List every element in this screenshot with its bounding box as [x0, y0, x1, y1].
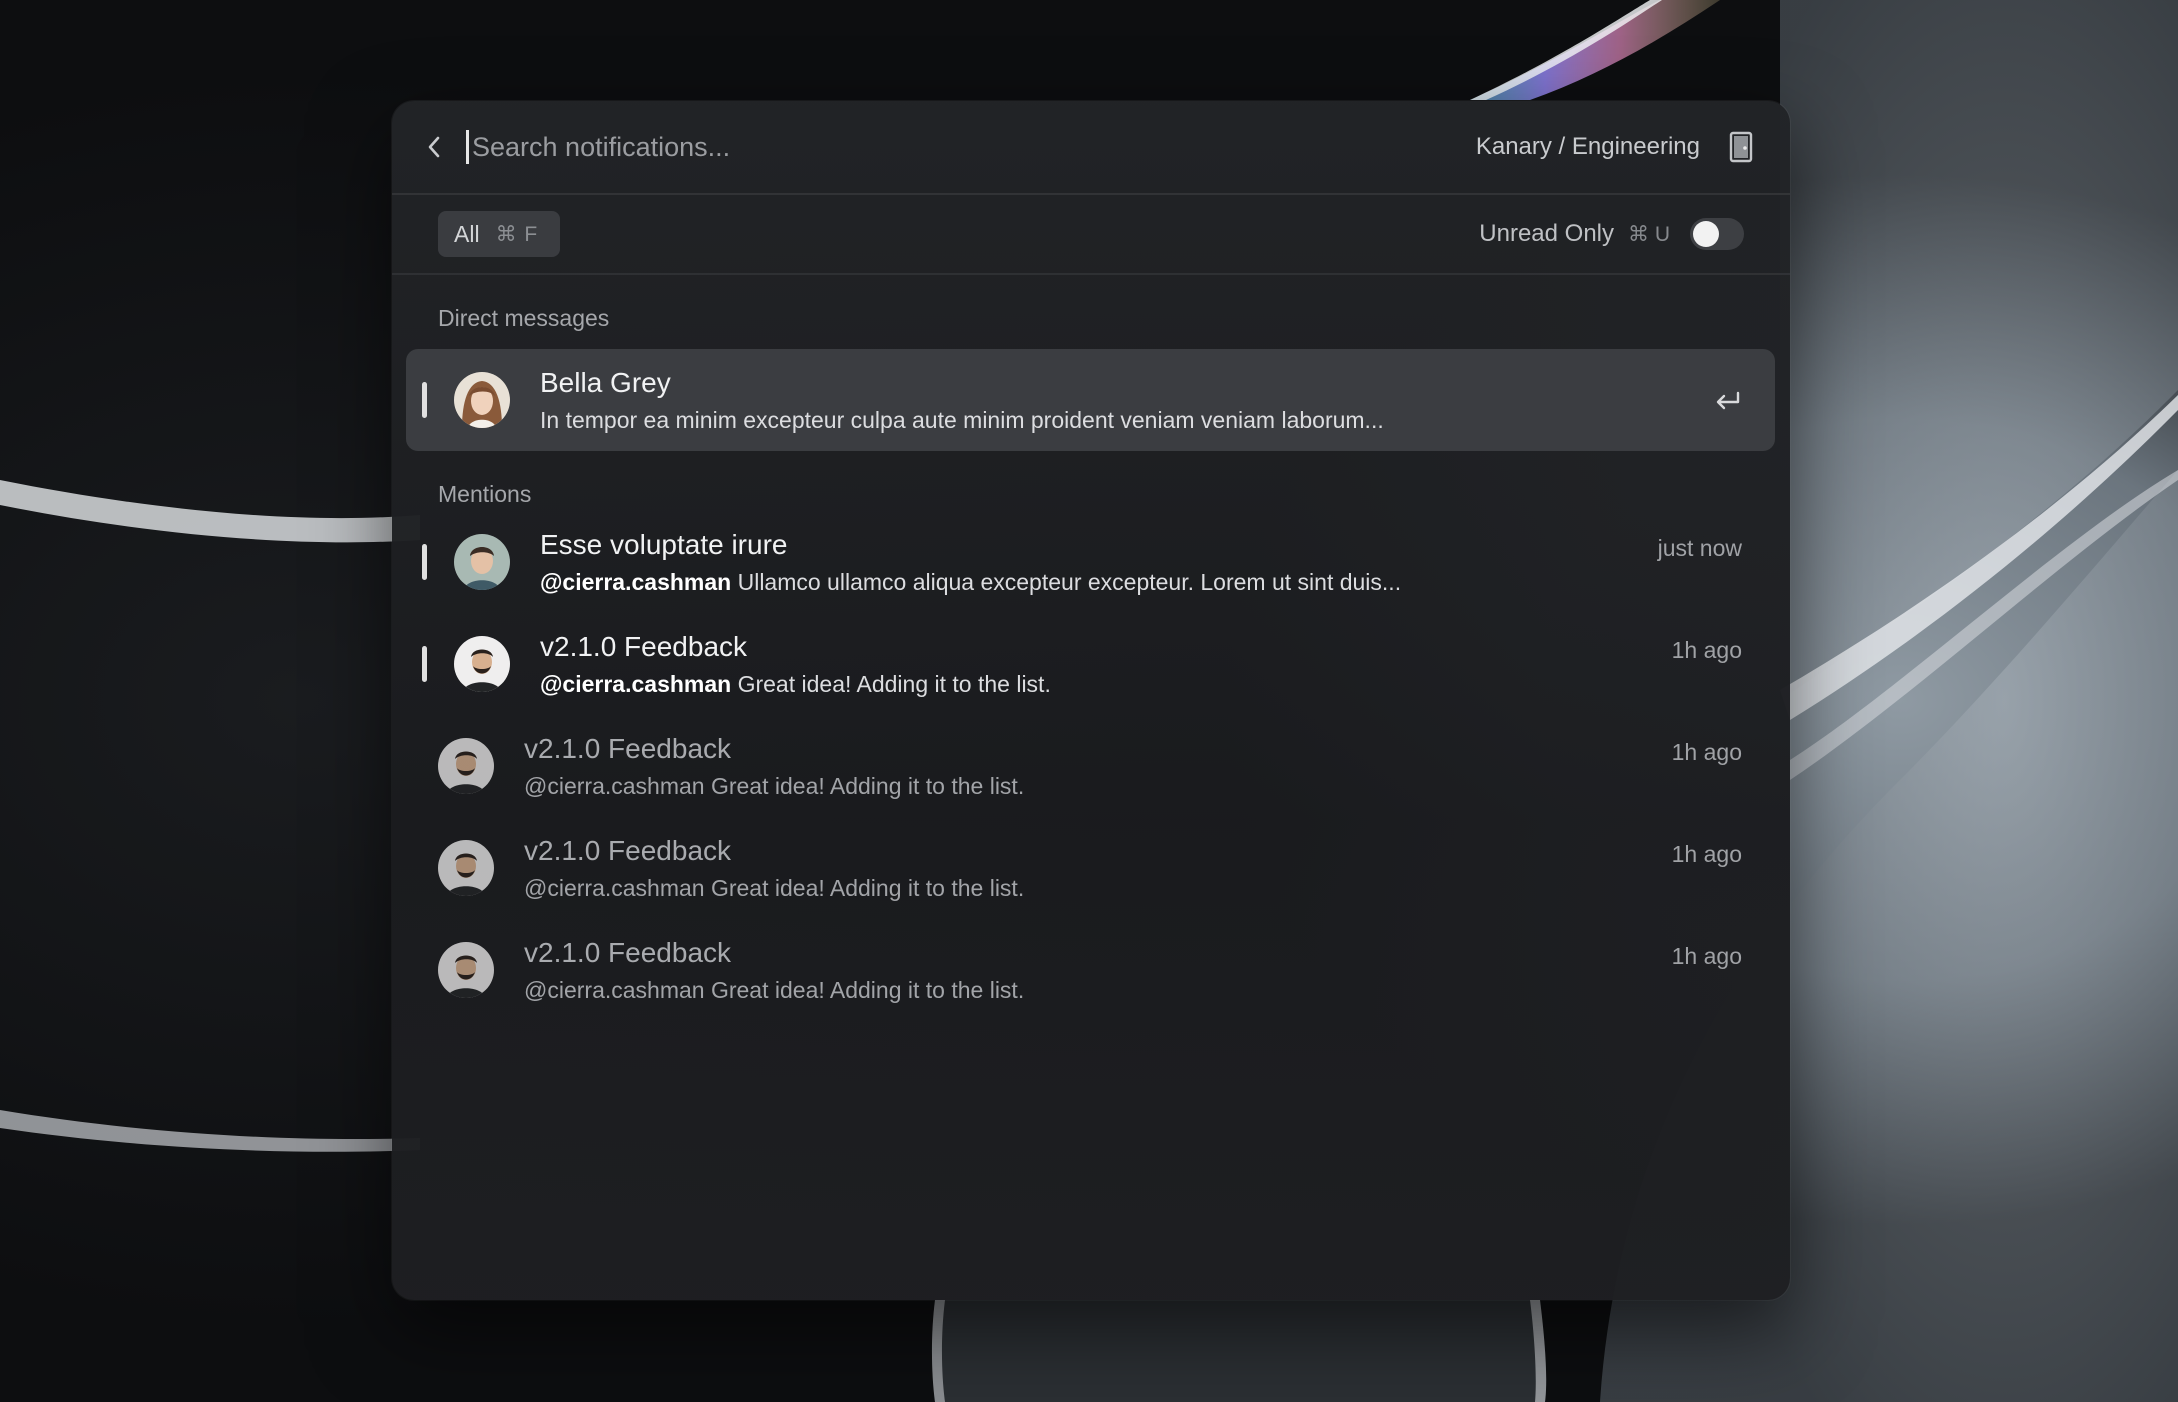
mention-text: v2.1.0 Feedback @cierra.cashman Great id…: [524, 935, 1672, 1005]
avatar: [454, 534, 510, 590]
avatar: [438, 840, 494, 896]
unread-only-shortcut: ⌘ U: [1628, 222, 1670, 246]
mention-text: Esse voluptate irure @cierra.cashman Ull…: [540, 527, 1658, 597]
enter-return-icon: [1713, 385, 1743, 415]
filter-all-button[interactable]: All ⌘ F: [438, 211, 561, 257]
search-input[interactable]: [472, 131, 1476, 163]
dm-text: Bella Grey In tempor ea minim excepteur …: [540, 365, 1713, 435]
mention-handle: @cierra.cashman: [524, 875, 705, 901]
mention-handle: @cierra.cashman: [524, 977, 705, 1003]
filter-all-shortcut: ⌘ F: [495, 222, 539, 246]
door-icon[interactable]: [1728, 131, 1754, 163]
mention-handle: @cierra.cashman: [524, 773, 705, 799]
mention-handle: @cierra.cashman: [540, 671, 732, 697]
section-mentions: Mentions: [438, 481, 532, 507]
search-bar: Kanary / Engineering: [392, 101, 1790, 195]
mention-message: Ullamco ullamco aliqua excepteur excepte…: [737, 569, 1402, 595]
filter-all-label: All: [454, 220, 480, 247]
mention-text: v2.1.0 Feedback @cierra.cashman Great id…: [524, 731, 1672, 801]
mention-timestamp: 1h ago: [1671, 943, 1742, 969]
unread-indicator: [422, 646, 427, 682]
mention-timestamp: 1h ago: [1671, 637, 1742, 663]
chevron-left-icon[interactable]: [422, 135, 446, 159]
avatar: [454, 372, 510, 428]
mention-timestamp: 1h ago: [1671, 739, 1742, 765]
mention-item[interactable]: v2.1.0 Feedback @cierra.cashman Great id…: [392, 715, 1790, 817]
mention-preview: @cierra.cashman Great idea! Adding it to…: [524, 975, 1672, 1005]
mention-item[interactable]: Esse voluptate irure @cierra.cashman Ull…: [392, 511, 1790, 613]
mention-message: Great idea! Adding it to the list.: [710, 875, 1025, 901]
mention-item[interactable]: v2.1.0 Feedback @cierra.cashman Great id…: [392, 817, 1790, 919]
mention-title: v2.1.0 Feedback: [540, 631, 748, 662]
text-cursor: [466, 130, 469, 164]
avatar: [438, 942, 494, 998]
notifications-panel: Kanary / Engineering All ⌘ F Unread Only…: [392, 101, 1790, 1300]
mention-message: Great idea! Adding it to the list.: [737, 671, 1051, 697]
mention-title: Esse voluptate irure: [540, 529, 788, 560]
dm-message-preview: In tempor ea minim excepteur culpa aute …: [540, 407, 1384, 433]
avatar: [438, 738, 494, 794]
dm-sender-name: Bella Grey: [540, 367, 671, 398]
mention-preview: @cierra.cashman Ullamco ullamco aliqua e…: [540, 567, 1658, 597]
mention-message: Great idea! Adding it to the list.: [710, 977, 1025, 1003]
unread-indicator: [422, 544, 427, 580]
mention-title: v2.1.0 Feedback: [524, 937, 732, 968]
mention-preview: @cierra.cashman Great idea! Adding it to…: [524, 771, 1672, 801]
unread-only-toggle[interactable]: [1690, 218, 1744, 250]
mention-title: v2.1.0 Feedback: [524, 733, 732, 764]
unread-indicator: [422, 382, 427, 418]
avatar: [454, 636, 510, 692]
mention-item[interactable]: v2.1.0 Feedback @cierra.cashman Great id…: [392, 919, 1790, 1021]
mention-timestamp: 1h ago: [1671, 841, 1742, 867]
mention-preview: @cierra.cashman Great idea! Adding it to…: [540, 669, 1672, 699]
workspace-breadcrumb[interactable]: Kanary / Engineering: [1476, 133, 1700, 161]
mention-text: v2.1.0 Feedback @cierra.cashman Great id…: [524, 833, 1672, 903]
mention-title: v2.1.0 Feedback: [524, 835, 732, 866]
filter-bar: All ⌘ F Unread Only ⌘ U: [392, 195, 1790, 275]
mention-preview: @cierra.cashman Great idea! Adding it to…: [524, 873, 1672, 903]
mention-text: v2.1.0 Feedback @cierra.cashman Great id…: [540, 629, 1672, 699]
mention-item[interactable]: v2.1.0 Feedback @cierra.cashman Great id…: [392, 613, 1790, 715]
section-direct-messages: Direct messages: [438, 305, 610, 331]
mention-timestamp: just now: [1657, 535, 1742, 561]
mention-handle: @cierra.cashman: [540, 569, 732, 595]
unread-only-label: Unread Only: [1479, 220, 1614, 247]
dm-item[interactable]: Bella Grey In tempor ea minim excepteur …: [406, 349, 1775, 451]
mention-message: Great idea! Adding it to the list.: [710, 773, 1025, 799]
toggle-knob: [1693, 221, 1719, 247]
